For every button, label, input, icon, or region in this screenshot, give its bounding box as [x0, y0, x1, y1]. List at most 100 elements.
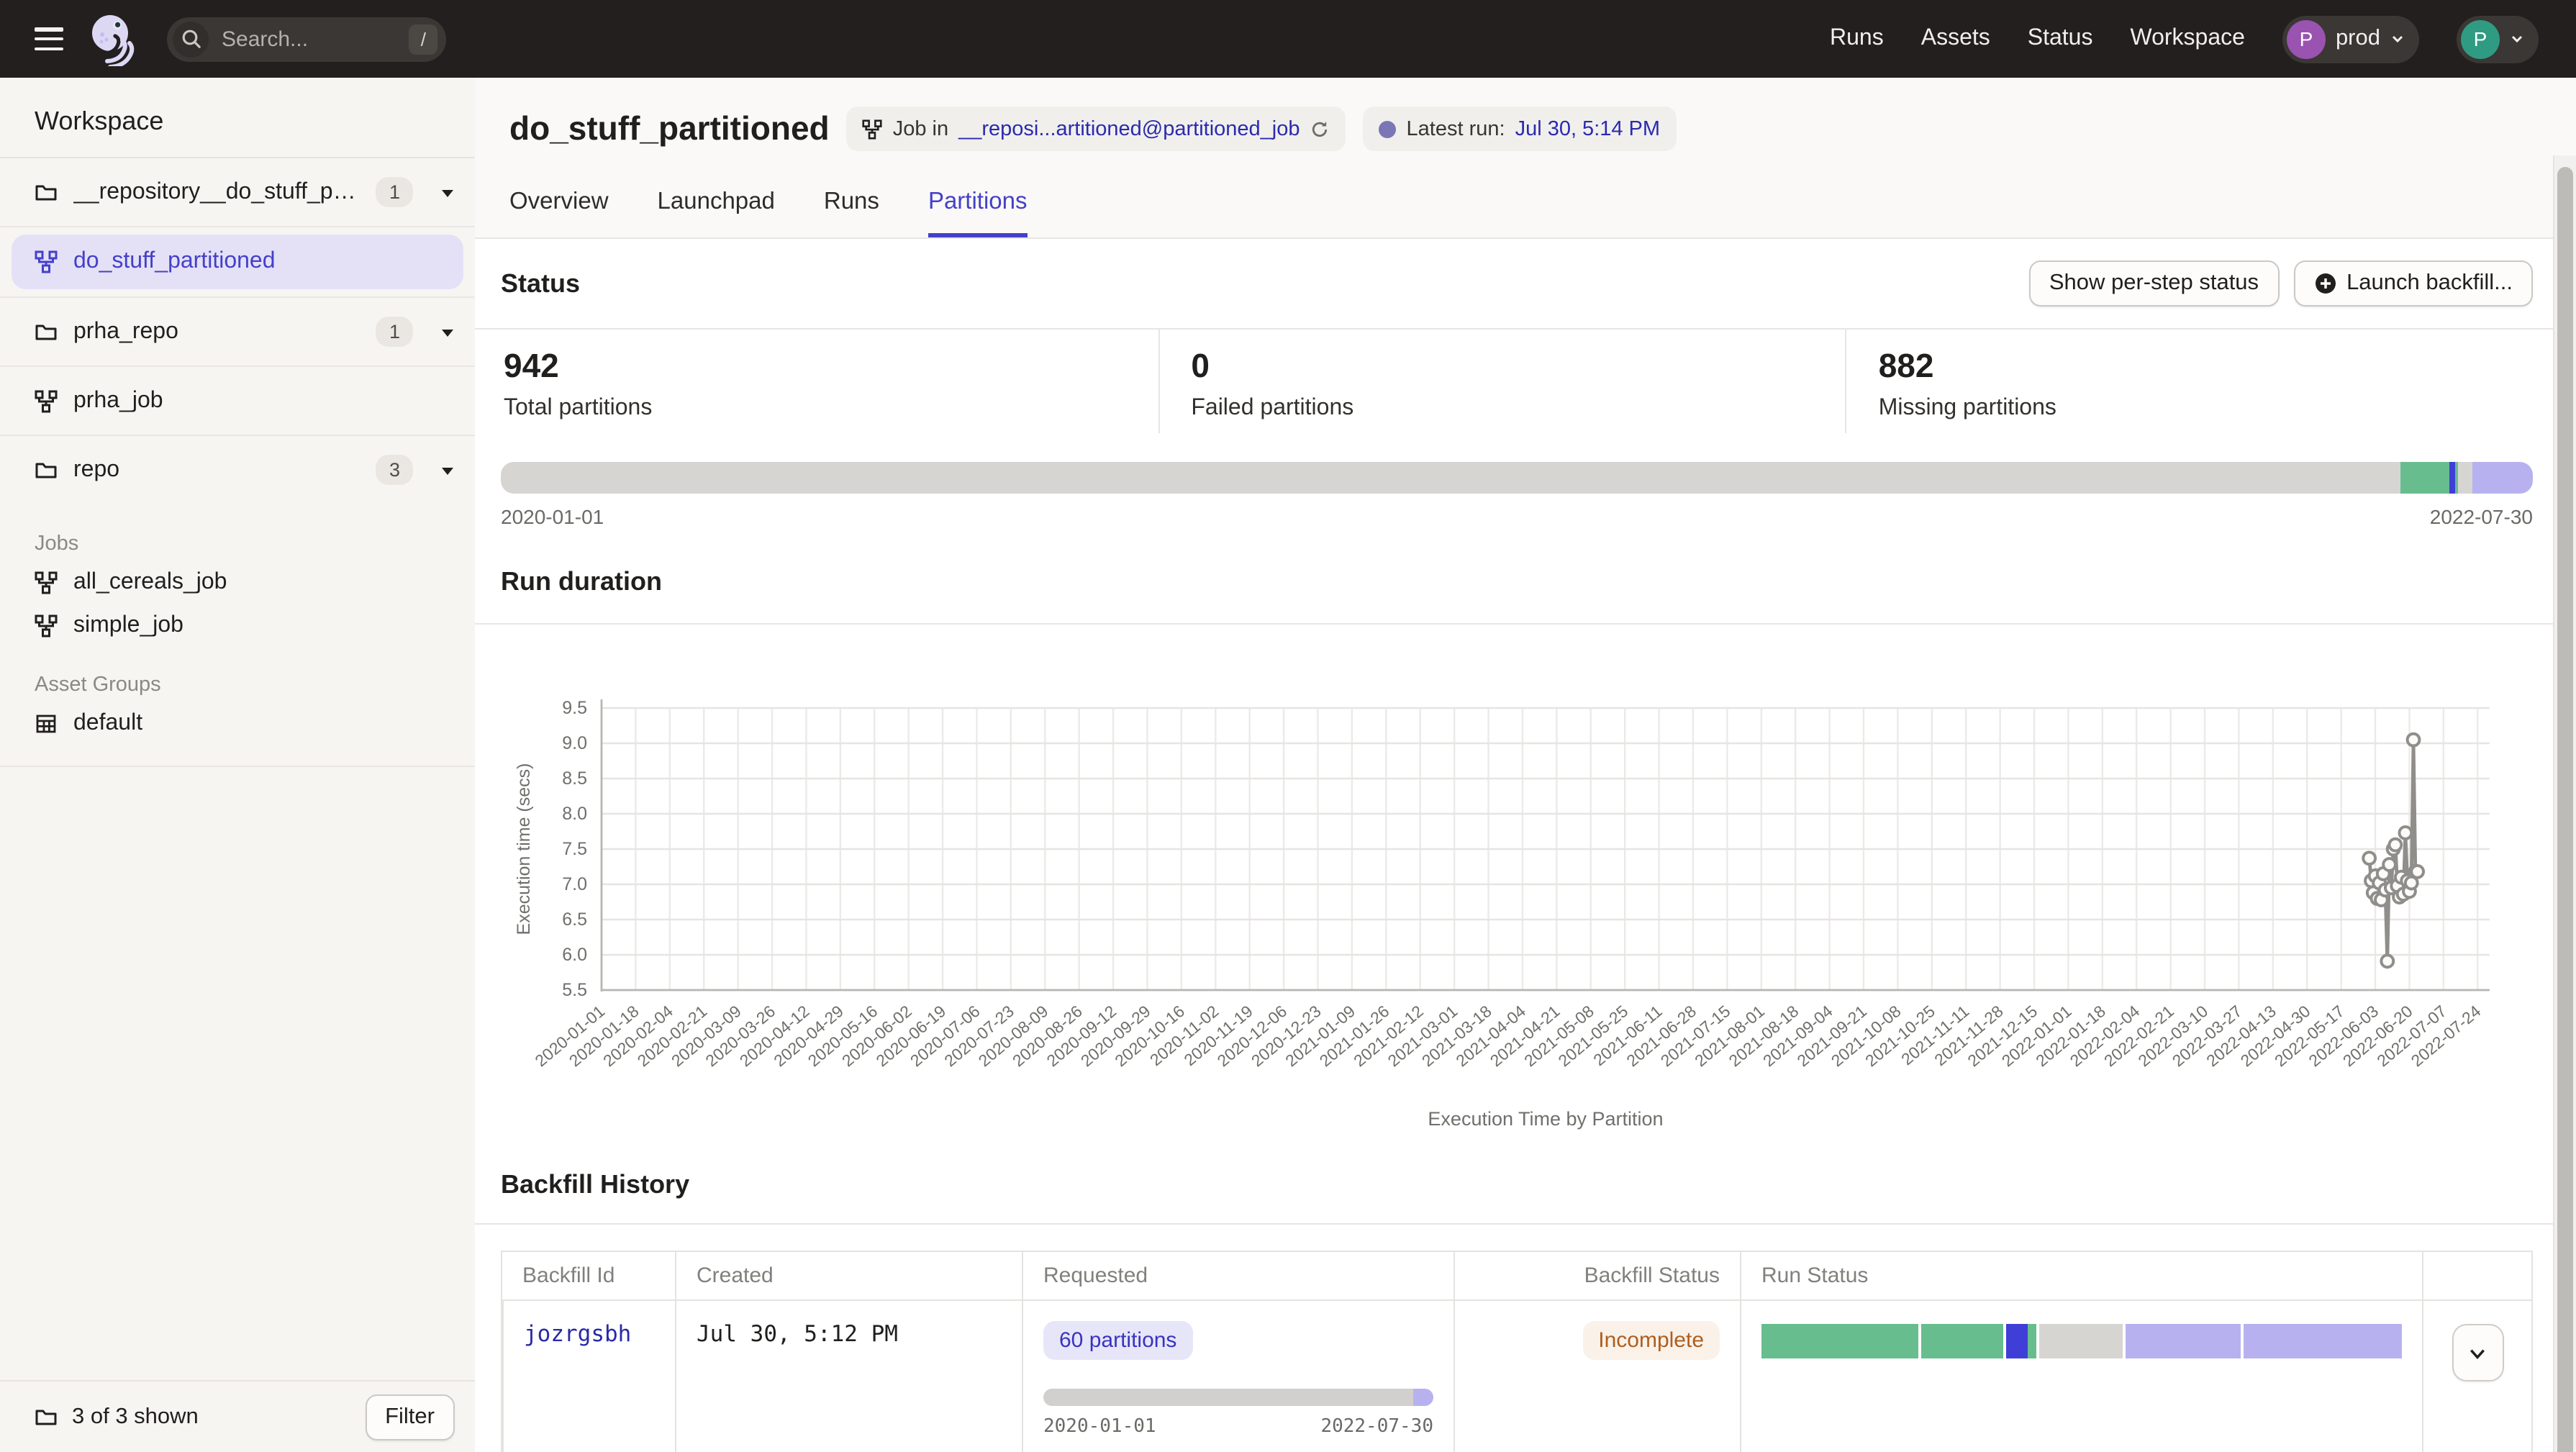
- dagster-logo[interactable]: [86, 12, 138, 66]
- vertical-scrollbar[interactable]: [2553, 155, 2576, 1452]
- sidebar-item-all-cereals-job[interactable]: all_cereals_job: [0, 561, 475, 604]
- backfill-status-badge: Incomplete: [1582, 1321, 1720, 1360]
- show-per-step-status-button[interactable]: Show per-step status: [2029, 260, 2279, 307]
- deployment-avatar: P: [2287, 19, 2326, 58]
- stat-total-partitions: 942 Total partitions: [501, 330, 1158, 433]
- global-search[interactable]: /: [167, 17, 446, 61]
- filter-button[interactable]: Filter: [365, 1394, 455, 1440]
- main-panel: do_stuff_partitioned Job in __reposi...a…: [475, 78, 2576, 1452]
- nav-link-workspace[interactable]: Workspace: [2130, 26, 2244, 52]
- bar-segment: [1921, 1324, 2004, 1358]
- job-icon: [35, 571, 58, 594]
- bar-segment: [2457, 462, 2472, 494]
- expand-row-button[interactable]: [2452, 1324, 2503, 1381]
- partition-status-bar[interactable]: [501, 462, 2533, 494]
- sidebar-item-label: prha_job: [73, 388, 455, 414]
- hamburger-menu-icon[interactable]: [35, 27, 63, 50]
- backfill-history-table: Backfill Id Created Requested Backfill S…: [501, 1251, 2533, 1452]
- bar-segment: [2006, 1324, 2028, 1358]
- bar-segment: [2039, 1324, 2123, 1358]
- repo-count-badge: 1: [376, 317, 413, 347]
- repo-expanded-group: Jobs all_cereals_job simple_job Asset Gr…: [0, 504, 475, 767]
- sidebar-item-prha-job[interactable]: prha_job: [0, 367, 475, 436]
- svg-text:5.5: 5.5: [562, 980, 587, 1000]
- chevron-down-icon: [2510, 32, 2524, 46]
- user-avatar: P: [2461, 19, 2500, 58]
- run-status-bar[interactable]: [1761, 1324, 2402, 1358]
- caret-down-icon[interactable]: [440, 464, 455, 476]
- svg-text:Execution time (secs): Execution time (secs): [514, 763, 534, 935]
- bar-segment: [2126, 1324, 2240, 1358]
- search-input[interactable]: [219, 25, 383, 53]
- tab-partitions[interactable]: Partitions: [928, 189, 1028, 237]
- asset-groups-section-label: Asset Groups: [0, 648, 475, 702]
- bar-segment: [2472, 462, 2533, 494]
- col-backfill-status: Backfill Status: [1453, 1252, 1740, 1301]
- bar-segment: [1414, 1389, 1433, 1406]
- run-status-dot: [1379, 120, 1397, 137]
- launch-backfill-button[interactable]: Launch backfill...: [2293, 260, 2533, 307]
- svg-text:8.0: 8.0: [562, 804, 587, 824]
- sidebar-item-label: default: [73, 711, 142, 737]
- repos-shown-count: 3 of 3 shown: [72, 1404, 350, 1430]
- col-backfill-id: Backfill Id: [502, 1252, 675, 1301]
- deployment-switcher[interactable]: P prod: [2282, 15, 2419, 63]
- bar-segment: [501, 462, 2400, 494]
- sidebar-item-label: all_cereals_job: [73, 570, 227, 596]
- svg-text:8.5: 8.5: [562, 768, 587, 789]
- search-shortcut-key: /: [409, 24, 437, 54]
- latest-run-link[interactable]: Jul 30, 5:14 PM: [1515, 117, 1661, 140]
- sidebar-item-label: repo: [73, 457, 360, 483]
- table-row-cell-run-status: [1740, 1301, 2422, 1452]
- stat-missing-partitions: 882 Missing partitions: [1846, 330, 2533, 433]
- requested-range-end: 2022-07-30: [1320, 1416, 1433, 1438]
- app-root: / Runs Assets Status Workspace P prod P …: [0, 0, 2576, 1452]
- sidebar-item-simple-job[interactable]: simple_job: [0, 604, 475, 648]
- job-tag-prefix: Job in: [893, 117, 948, 140]
- run-duration-chart: 2020-01-012020-01-182020-02-042020-02-21…: [501, 630, 2534, 1145]
- sidebar-item-label: prha_repo: [73, 319, 360, 345]
- caret-down-icon[interactable]: [440, 326, 455, 337]
- sidebar-item-do-stuff-partitioned[interactable]: do_stuff_partitioned: [12, 235, 463, 289]
- table-row-cell-requested: 60 partitions 2020-01-01 2022-07-30: [1022, 1301, 1453, 1452]
- sidebar-footer: 3 of 3 shown Filter: [0, 1380, 475, 1452]
- tab-runs[interactable]: Runs: [824, 189, 879, 237]
- nav-link-assets[interactable]: Assets: [1921, 26, 1990, 52]
- table-row-cell-actions: [2422, 1301, 2531, 1452]
- jobs-section-label: Jobs: [0, 518, 475, 561]
- folder-icon: [35, 458, 58, 481]
- svg-text:6.5: 6.5: [562, 909, 587, 930]
- tab-launchpad[interactable]: Launchpad: [658, 189, 775, 237]
- job-header: do_stuff_partitioned Job in __reposi...a…: [475, 78, 2576, 239]
- table-row-cell-status: Incomplete: [1453, 1301, 1740, 1452]
- sidebar-item-default-asset-group[interactable]: default: [0, 702, 475, 745]
- backfill-id-link[interactable]: jozrgsbh: [524, 1321, 631, 1347]
- partition-range-start: 2020-01-01: [501, 505, 604, 528]
- job-origin-link[interactable]: __reposi...artitioned@partitioned_job: [958, 117, 1300, 140]
- workspace-sidebar: Workspace __repository__do_stuff_partiti…: [0, 78, 476, 1452]
- folder-icon: [35, 1405, 58, 1428]
- backfill-history-heading: Backfill History: [501, 1169, 2533, 1199]
- svg-text:7.0: 7.0: [562, 874, 587, 894]
- nav-link-status[interactable]: Status: [2028, 26, 2093, 52]
- page-title: do_stuff_partitioned: [509, 109, 830, 148]
- col-run-status: Run Status: [1740, 1252, 2422, 1301]
- scrollbar-thumb[interactable]: [2557, 167, 2573, 1452]
- sidebar-item-repo[interactable]: repo 3: [0, 436, 475, 504]
- latest-run-label: Latest run:: [1407, 117, 1505, 140]
- tab-overview[interactable]: Overview: [509, 189, 609, 237]
- bar-segment: [1761, 1324, 1918, 1358]
- requested-partitions-badge[interactable]: 60 partitions: [1043, 1321, 1192, 1360]
- bar-segment: [1043, 1389, 1414, 1406]
- caret-down-icon[interactable]: [440, 186, 455, 198]
- job-icon: [863, 119, 883, 139]
- sidebar-item-prha-repo[interactable]: prha_repo 1: [0, 298, 475, 367]
- reload-icon[interactable]: [1310, 119, 1330, 139]
- job-tabs: Overview Launchpad Runs Partitions: [509, 189, 2539, 237]
- sidebar-title: Workspace: [0, 78, 475, 158]
- nav-link-runs[interactable]: Runs: [1830, 26, 1884, 52]
- status-heading: Status: [501, 268, 2029, 299]
- sidebar-item-repository-do-stuff[interactable]: __repository__do_stuff_partitio… 1: [0, 158, 475, 227]
- user-menu[interactable]: P: [2457, 15, 2539, 63]
- requested-range-start: 2020-01-01: [1043, 1416, 1156, 1438]
